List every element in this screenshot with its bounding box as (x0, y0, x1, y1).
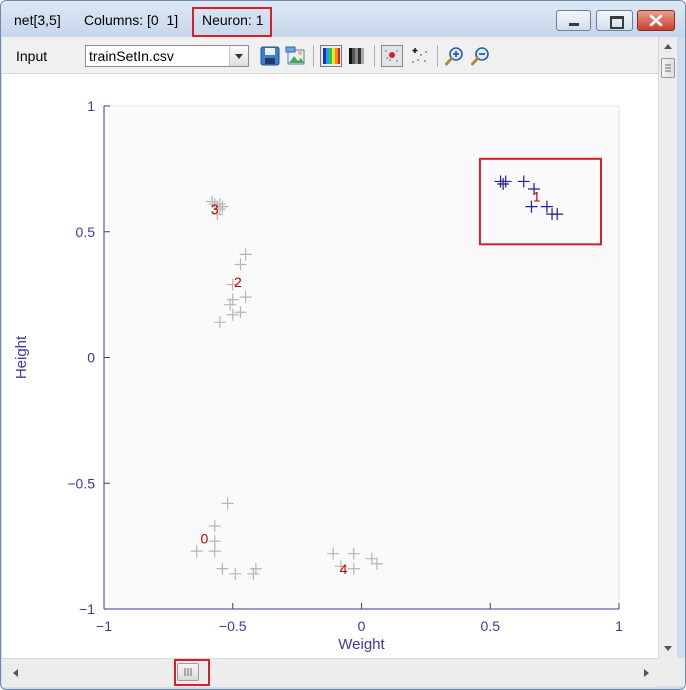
scatter-points-icon[interactable] (409, 45, 431, 67)
save-icon[interactable] (259, 45, 281, 67)
neuron-label[interactable]: 0 (201, 531, 209, 547)
columns-title: Columns: [0 1] (84, 12, 179, 28)
y-tick-label: −1 (79, 601, 95, 617)
plot-background (103, 105, 620, 610)
close-icon (649, 14, 663, 27)
scroll-down-icon[interactable] (659, 638, 677, 658)
show-neurons-icon[interactable] (381, 45, 403, 67)
scroll-right-icon[interactable] (636, 661, 656, 685)
x-tick-label: 0 (358, 618, 366, 634)
neuron-label[interactable]: 4 (340, 561, 348, 577)
toolbar: Input trainSetIn.csv (2, 37, 658, 74)
x-axis-label: Weight (338, 636, 385, 653)
x-tick-label: 0.5 (481, 618, 501, 634)
vertical-scroll-thumb[interactable] (661, 58, 675, 78)
scatter-chart[interactable]: −1 −0.5 0 0.5 1 1 0.5 0 −0.5 −1 Weight Height 0 1 2 3 4 (2, 74, 658, 658)
horizontal-scrollbar[interactable] (2, 658, 658, 687)
maximize-button[interactable] (596, 10, 633, 31)
neuron-label[interactable]: 3 (211, 201, 219, 217)
minimize-button[interactable] (556, 10, 591, 31)
load-image-icon[interactable] (285, 45, 307, 67)
x-tick-label: −1 (96, 618, 112, 634)
title-bar: net[3,5] Columns: [0 1] Neuron: 1 (1, 1, 685, 37)
y-axis-label: Height (13, 335, 30, 379)
x-tick-label: −0.5 (219, 618, 247, 634)
plot-area[interactable]: −1 −0.5 0 0.5 1 1 0.5 0 −0.5 −1 Weight Height 0 1 2 3 4 (2, 74, 658, 658)
net-title: net[3,5] (14, 12, 61, 28)
neuron-highlight-box (192, 7, 272, 37)
input-label: Input (16, 48, 48, 64)
zoom-out-icon[interactable] (470, 45, 492, 67)
zoom-in-icon[interactable] (444, 45, 466, 67)
input-file-select[interactable]: trainSetIn.csv (85, 45, 249, 67)
y-tick-label: 1 (87, 98, 95, 114)
scrollbar-corner (658, 658, 685, 686)
y-tick-label: 0.5 (76, 224, 96, 240)
scroll-left-icon[interactable] (6, 661, 26, 685)
toolbar-separator (374, 45, 375, 67)
chevron-down-icon[interactable] (229, 46, 248, 66)
toolbar-separator (313, 45, 314, 67)
grayscale-spectrum-icon[interactable] (346, 45, 368, 67)
scroll-up-icon[interactable] (659, 37, 677, 57)
y-tick-label: 0 (87, 350, 95, 366)
neuron-label[interactable]: 2 (234, 274, 242, 290)
input-file-value: trainSetIn.csv (89, 48, 174, 64)
som-viewer-window: net[3,5] Columns: [0 1] Neuron: 1 Input … (0, 0, 686, 690)
close-button[interactable] (637, 10, 675, 31)
minimize-icon (569, 23, 579, 26)
neuron-label[interactable]: 1 (533, 189, 541, 205)
color-spectrum-icon[interactable] (320, 45, 342, 67)
x-tick-label: 1 (615, 618, 623, 634)
scroll-thumb-highlight-box (174, 659, 210, 686)
maximize-icon (610, 16, 624, 29)
y-tick-label: −0.5 (67, 475, 95, 491)
vertical-scrollbar[interactable] (658, 37, 677, 658)
toolbar-separator (437, 45, 438, 67)
